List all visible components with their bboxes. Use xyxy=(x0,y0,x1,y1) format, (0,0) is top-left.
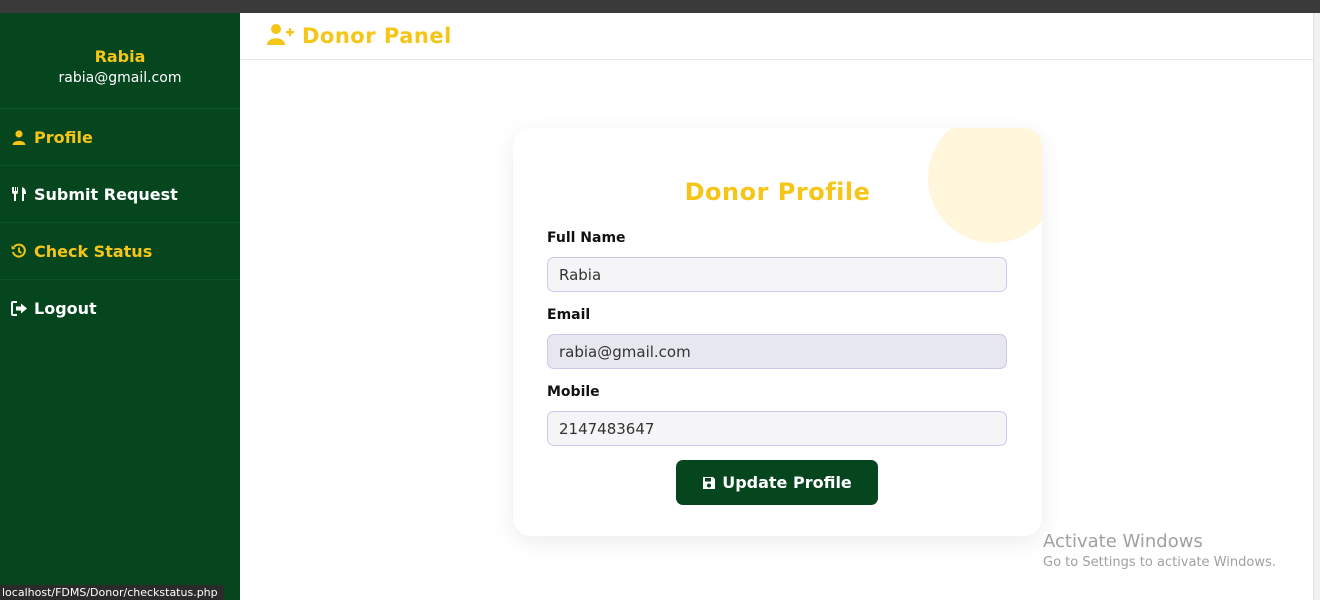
status-bar-url: localhost/FDMS/Donor/checkstatus.php xyxy=(0,585,224,600)
sidebar-item-logout[interactable]: Logout xyxy=(0,280,240,337)
mobile-label: Mobile xyxy=(547,384,600,400)
user-info: Rabia rabia@gmail.com xyxy=(0,13,240,109)
sidebar-item-label: Logout xyxy=(34,299,97,318)
windows-activation-watermark: Activate Windows Go to Settings to activ… xyxy=(1043,531,1276,570)
browser-top-strip xyxy=(0,0,1320,13)
user-email: rabia@gmail.com xyxy=(58,70,182,86)
email-field[interactable] xyxy=(547,334,1007,369)
watermark-title: Activate Windows xyxy=(1043,531,1203,552)
update-profile-label: Update Profile xyxy=(722,473,852,492)
history-icon xyxy=(10,242,28,260)
sidebar-item-submit-request[interactable]: Submit Request xyxy=(0,166,240,223)
full-name-label: Full Name xyxy=(547,230,626,246)
sidebar-item-check-status[interactable]: Check Status xyxy=(0,223,240,280)
update-profile-button[interactable]: Update Profile xyxy=(676,460,878,505)
sidebar-item-profile[interactable]: Profile xyxy=(0,109,240,166)
mobile-field[interactable] xyxy=(547,411,1007,446)
card-title: Donor Profile xyxy=(684,178,871,206)
sidebar: Rabia rabia@gmail.com Profile Submit Req… xyxy=(0,13,240,600)
utensils-icon xyxy=(10,185,28,203)
email-label: Email xyxy=(547,307,591,323)
sidebar-item-label: Submit Request xyxy=(34,184,178,204)
user-icon xyxy=(10,128,28,146)
main-header: Donor Panel xyxy=(240,13,1313,60)
save-icon xyxy=(702,476,716,490)
user-name: Rabia xyxy=(94,47,146,66)
page-title: Donor Panel xyxy=(302,24,452,48)
watermark-subtitle: Go to Settings to activate Windows. xyxy=(1043,555,1276,570)
page-scrollbar[interactable] xyxy=(1313,13,1320,600)
sidebar-item-label: Check Status xyxy=(34,241,153,261)
full-name-field[interactable] xyxy=(547,257,1007,292)
user-plus-icon xyxy=(267,23,294,49)
sidebar-item-label: Profile xyxy=(34,127,93,147)
logout-icon xyxy=(10,300,28,318)
donor-profile-card: Donor Profile Full Name Email Mobile Upd… xyxy=(513,128,1042,536)
